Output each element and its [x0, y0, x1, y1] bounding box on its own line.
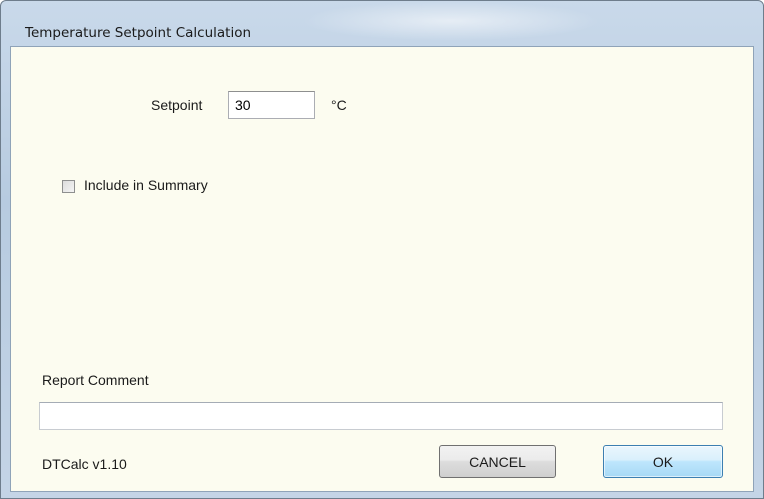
- title-bar[interactable]: Temperature Setpoint Calculation: [1, 1, 763, 45]
- include-in-summary-label[interactable]: Include in Summary: [84, 177, 208, 193]
- dialog-window: Temperature Setpoint Calculation Setpoin…: [0, 0, 764, 499]
- version-label: DTCalc v1.10: [42, 456, 127, 472]
- include-in-summary-checkbox[interactable]: [62, 180, 75, 193]
- dialog-content: Setpoint °C Include in Summary Report Co…: [10, 46, 754, 492]
- setpoint-input[interactable]: [228, 91, 315, 119]
- report-comment-input[interactable]: [39, 402, 723, 430]
- ok-button[interactable]: OK: [603, 445, 723, 478]
- window-title: Temperature Setpoint Calculation: [25, 25, 252, 41]
- report-comment-label: Report Comment: [42, 372, 149, 388]
- setpoint-unit-label: °C: [331, 97, 347, 113]
- setpoint-label: Setpoint: [151, 97, 203, 113]
- cancel-button[interactable]: CANCEL: [439, 445, 556, 478]
